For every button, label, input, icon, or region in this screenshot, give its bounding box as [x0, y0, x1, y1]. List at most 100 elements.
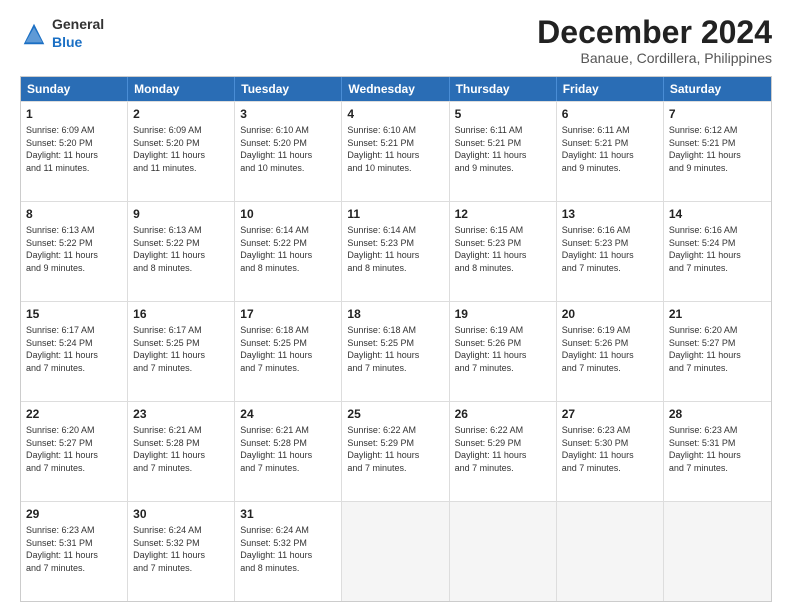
table-row: 25Sunrise: 6:22 AM Sunset: 5:29 PM Dayli… [342, 402, 449, 501]
day-info: Sunrise: 6:14 AM Sunset: 5:22 PM Dayligh… [240, 224, 336, 274]
day-number: 8 [26, 206, 122, 222]
header-tuesday: Tuesday [235, 77, 342, 101]
day-number: 11 [347, 206, 443, 222]
day-number: 4 [347, 106, 443, 122]
day-info: Sunrise: 6:15 AM Sunset: 5:23 PM Dayligh… [455, 224, 551, 274]
header-saturday: Saturday [664, 77, 771, 101]
table-row [557, 502, 664, 601]
day-number: 29 [26, 506, 122, 522]
table-row: 1Sunrise: 6:09 AM Sunset: 5:20 PM Daylig… [21, 102, 128, 201]
day-info: Sunrise: 6:20 AM Sunset: 5:27 PM Dayligh… [669, 324, 766, 374]
day-info: Sunrise: 6:16 AM Sunset: 5:23 PM Dayligh… [562, 224, 658, 274]
day-info: Sunrise: 6:17 AM Sunset: 5:25 PM Dayligh… [133, 324, 229, 374]
location-subtitle: Banaue, Cordillera, Philippines [537, 50, 772, 66]
table-row: 10 Sunrise: 6:14 AM Sunset: 5:22 PM Dayli… [235, 202, 342, 301]
table-row: 2 Sunrise: 6:09 AM Sunset: 5:20 PM Daylig… [128, 102, 235, 201]
table-row: 31 Sunrise: 6:24 AM Sunset: 5:32 PM Dayli… [235, 502, 342, 601]
day-info: Sunrise: 6:24 AM Sunset: 5:32 PM Dayligh… [133, 524, 229, 574]
day-number: 17 [240, 306, 336, 322]
logo-blue: Blue [52, 34, 82, 50]
table-row: 7Sunrise: 6:12 AM Sunset: 5:21 PM Daylig… [664, 102, 771, 201]
calendar-row: 15Sunrise: 6:17 AM Sunset: 5:24 PM Dayli… [21, 301, 771, 401]
month-title: December 2024 [537, 16, 772, 48]
logo-icon [20, 20, 48, 48]
day-info: Sunrise: 6:23 AM Sunset: 5:31 PM Dayligh… [669, 424, 766, 474]
day-info: Sunrise: 6:21 AM Sunset: 5:28 PM Dayligh… [240, 424, 336, 474]
day-info: Sunrise: 6:11 AM Sunset: 5:21 PM Dayligh… [455, 124, 551, 174]
day-number: 5 [455, 106, 551, 122]
table-row: 19Sunrise: 6:19 AM Sunset: 5:26 PM Dayli… [450, 302, 557, 401]
table-row: 14Sunrise: 6:16 AM Sunset: 5:24 PM Dayli… [664, 202, 771, 301]
table-row [664, 502, 771, 601]
day-number: 22 [26, 406, 122, 422]
day-info: Sunrise: 6:18 AM Sunset: 5:25 PM Dayligh… [240, 324, 336, 374]
header: General Blue December 2024 Banaue, Cordi… [20, 16, 772, 66]
table-row: 24 Sunrise: 6:21 AM Sunset: 5:28 PM Dayli… [235, 402, 342, 501]
day-number: 26 [455, 406, 551, 422]
day-info: Sunrise: 6:23 AM Sunset: 5:30 PM Dayligh… [562, 424, 658, 474]
table-row: 9 Sunrise: 6:13 AM Sunset: 5:22 PM Daylig… [128, 202, 235, 301]
day-info: Sunrise: 6:21 AM Sunset: 5:28 PM Dayligh… [133, 424, 229, 474]
table-row: 27Sunrise: 6:23 AM Sunset: 5:30 PM Dayli… [557, 402, 664, 501]
day-number: 24 [240, 406, 336, 422]
logo-general: General [52, 16, 104, 32]
table-row: 28Sunrise: 6:23 AM Sunset: 5:31 PM Dayli… [664, 402, 771, 501]
day-info: Sunrise: 6:24 AM Sunset: 5:32 PM Dayligh… [240, 524, 336, 574]
table-row: 11 Sunrise: 6:14 AM Sunset: 5:23 PM Dayli… [342, 202, 449, 301]
calendar-row: 29Sunrise: 6:23 AM Sunset: 5:31 PM Dayli… [21, 501, 771, 601]
table-row: 16 Sunrise: 6:17 AM Sunset: 5:25 PM Dayli… [128, 302, 235, 401]
table-row: 8 Sunrise: 6:13 AM Sunset: 5:22 PM Daylig… [21, 202, 128, 301]
logo: General Blue [20, 16, 104, 52]
table-row: 3 Sunrise: 6:10 AM Sunset: 5:20 PM Daylig… [235, 102, 342, 201]
table-row: 20Sunrise: 6:19 AM Sunset: 5:26 PM Dayli… [557, 302, 664, 401]
header-wednesday: Wednesday [342, 77, 449, 101]
day-number: 13 [562, 206, 658, 222]
day-number: 16 [133, 306, 229, 322]
day-number: 23 [133, 406, 229, 422]
day-info: Sunrise: 6:16 AM Sunset: 5:24 PM Dayligh… [669, 224, 766, 274]
table-row [450, 502, 557, 601]
table-row: 15Sunrise: 6:17 AM Sunset: 5:24 PM Dayli… [21, 302, 128, 401]
day-info: Sunrise: 6:18 AM Sunset: 5:25 PM Dayligh… [347, 324, 443, 374]
table-row: 17 Sunrise: 6:18 AM Sunset: 5:25 PM Dayli… [235, 302, 342, 401]
day-info: Sunrise: 6:13 AM Sunset: 5:22 PM Dayligh… [26, 224, 122, 274]
day-number: 12 [455, 206, 551, 222]
day-number: 9 [133, 206, 229, 222]
logo-text: General Blue [52, 16, 104, 52]
title-block: December 2024 Banaue, Cordillera, Philip… [537, 16, 772, 66]
day-info: Sunrise: 6:09 AM Sunset: 5:20 PM Dayligh… [26, 124, 122, 174]
day-info: Sunrise: 6:19 AM Sunset: 5:26 PM Dayligh… [562, 324, 658, 374]
day-number: 2 [133, 106, 229, 122]
table-row [342, 502, 449, 601]
day-info: Sunrise: 6:13 AM Sunset: 5:22 PM Dayligh… [133, 224, 229, 274]
day-info: Sunrise: 6:10 AM Sunset: 5:20 PM Dayligh… [240, 124, 336, 174]
table-row: 22Sunrise: 6:20 AM Sunset: 5:27 PM Dayli… [21, 402, 128, 501]
day-number: 10 [240, 206, 336, 222]
day-number: 30 [133, 506, 229, 522]
table-row: 13 Sunrise: 6:16 AM Sunset: 5:23 PM Dayli… [557, 202, 664, 301]
day-number: 7 [669, 106, 766, 122]
header-thursday: Thursday [450, 77, 557, 101]
header-sunday: Sunday [21, 77, 128, 101]
day-number: 6 [562, 106, 658, 122]
header-monday: Monday [128, 77, 235, 101]
table-row: 18 Sunrise: 6:18 AM Sunset: 5:25 PM Dayli… [342, 302, 449, 401]
day-info: Sunrise: 6:09 AM Sunset: 5:20 PM Dayligh… [133, 124, 229, 174]
table-row: 6Sunrise: 6:11 AM Sunset: 5:21 PM Daylig… [557, 102, 664, 201]
day-number: 3 [240, 106, 336, 122]
calendar-body: 1Sunrise: 6:09 AM Sunset: 5:20 PM Daylig… [21, 101, 771, 601]
calendar-row: 22Sunrise: 6:20 AM Sunset: 5:27 PM Dayli… [21, 401, 771, 501]
calendar: Sunday Monday Tuesday Wednesday Thursday… [20, 76, 772, 602]
day-info: Sunrise: 6:17 AM Sunset: 5:24 PM Dayligh… [26, 324, 122, 374]
calendar-header: Sunday Monday Tuesday Wednesday Thursday… [21, 77, 771, 101]
table-row: 30 Sunrise: 6:24 AM Sunset: 5:32 PM Dayli… [128, 502, 235, 601]
day-info: Sunrise: 6:19 AM Sunset: 5:26 PM Dayligh… [455, 324, 551, 374]
day-number: 18 [347, 306, 443, 322]
table-row: 23 Sunrise: 6:21 AM Sunset: 5:28 PM Dayli… [128, 402, 235, 501]
day-info: Sunrise: 6:14 AM Sunset: 5:23 PM Dayligh… [347, 224, 443, 274]
table-row: 4Sunrise: 6:10 AM Sunset: 5:21 PM Daylig… [342, 102, 449, 201]
calendar-page: General Blue December 2024 Banaue, Cordi… [0, 0, 792, 612]
day-number: 31 [240, 506, 336, 522]
table-row: 5 Sunrise: 6:11 AM Sunset: 5:21 PM Daylig… [450, 102, 557, 201]
day-number: 21 [669, 306, 766, 322]
